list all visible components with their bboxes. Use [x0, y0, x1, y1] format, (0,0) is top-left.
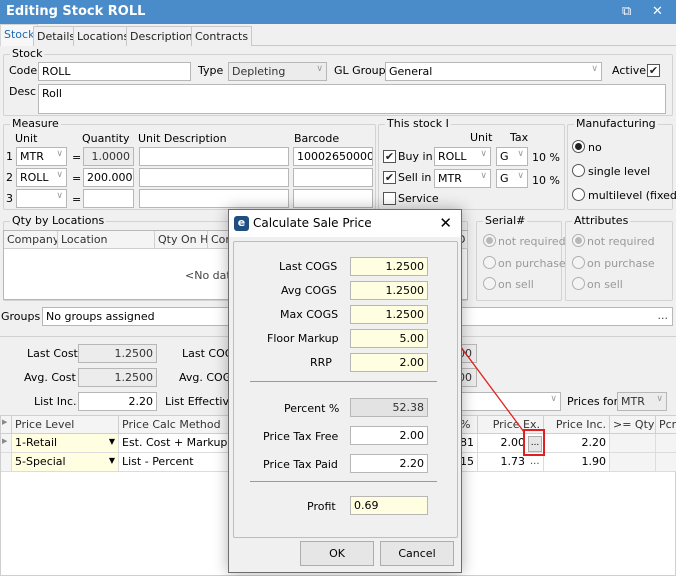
avg-cogs-label: Avg COGS: [281, 284, 337, 297]
price-tax-paid-label: Price Tax Paid: [263, 458, 338, 471]
percent-label: Percent %: [284, 402, 340, 415]
price-tax-free-label: Price Tax Free: [263, 430, 339, 443]
last-cogs-label: Last COGS: [279, 260, 338, 273]
rrp-input: 2.00: [350, 353, 428, 372]
dialog-title: Calculate Sale Price: [253, 216, 372, 230]
avg-cogs-input: 1.2500: [350, 281, 428, 300]
dialog-title-bar: e Calculate Sale Price ✕: [229, 210, 461, 237]
profit-label: Profit: [307, 500, 336, 513]
price-tax-free-input[interactable]: 2.00: [350, 426, 428, 445]
ok-button[interactable]: OK: [300, 541, 374, 566]
calculate-sale-price-dialog: e Calculate Sale Price ✕ Last COGS 1.250…: [228, 209, 462, 573]
floor-markup-input: 5.00: [350, 329, 428, 348]
last-cogs-input: 1.2500: [350, 257, 428, 276]
app-logo-icon: e: [234, 216, 249, 231]
max-cogs-label: Max COGS: [280, 308, 339, 321]
percent-input: 52.38: [350, 398, 428, 417]
profit-input: 0.69: [350, 496, 428, 515]
cancel-button[interactable]: Cancel: [380, 541, 454, 566]
dialog-close-icon[interactable]: ✕: [439, 214, 452, 232]
dialog-separator: [250, 481, 437, 482]
dialog-separator: [250, 381, 437, 382]
rrp-label: RRP: [310, 356, 332, 369]
floor-markup-label: Floor Markup: [267, 332, 339, 345]
price-tax-paid-input[interactable]: 2.20: [350, 454, 428, 473]
max-cogs-input: 1.2500: [350, 305, 428, 324]
